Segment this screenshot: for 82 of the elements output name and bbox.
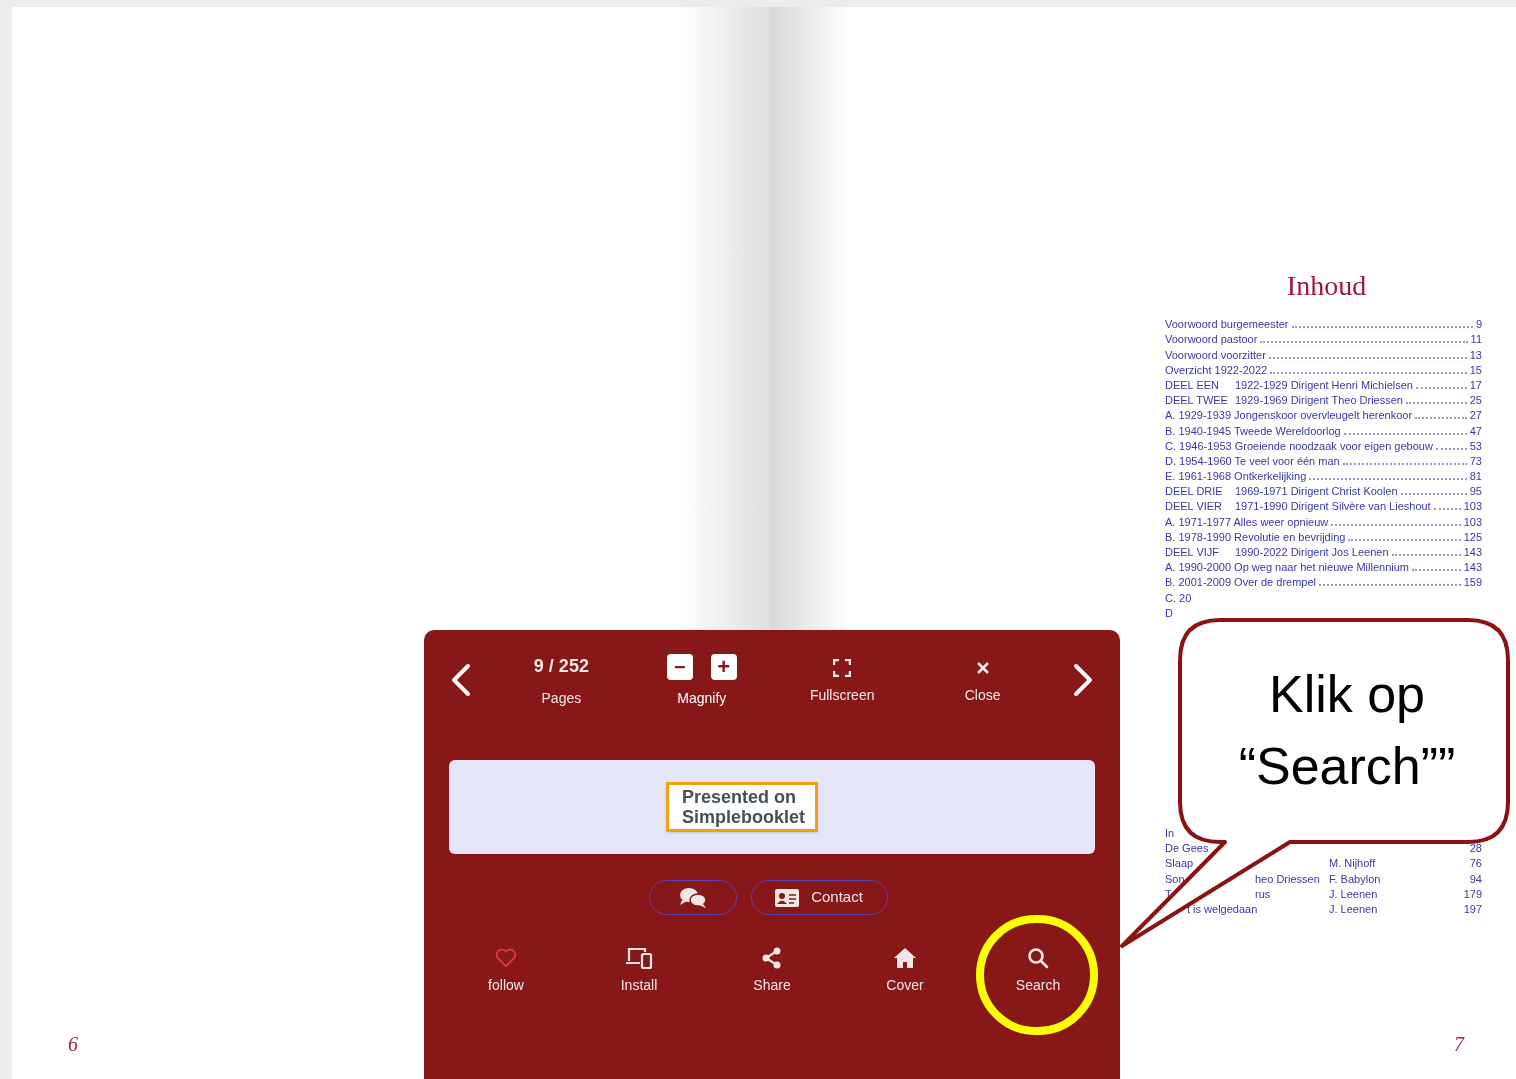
control-label: Magnify [677,689,727,708]
page-number: 6 [68,1032,78,1057]
contact-card-icon [775,888,800,907]
toc-entry-title: Voorwoord voorzitter [1165,347,1266,362]
toc-part-label: DEEL DRIE [1165,484,1224,499]
toc-page-number: 143 [1463,545,1482,559]
toc-author: M. Nijhoff [1329,856,1376,871]
toc-entry-title: 1971-1990 Dirigent Silvère van Lieshout [1235,499,1431,514]
toc-page-number: 81 [1469,469,1482,484]
toc-entry-title: A. 1990-2000 Op weg naar het nieuwe Millennium [1165,560,1409,575]
toc-entry-title: A. 1971-1977 Alles weer opnieuw [1165,514,1329,529]
toc-part-label: DEEL VIER [1165,499,1224,514]
cover-button[interactable]: Cover [886,945,924,996]
toc-entry-title: A. 1929-1939 Jongenskoor overvleugelt herenkoor [1165,408,1413,423]
toc-page-number: 197 [1463,901,1482,916]
devices-icon [625,945,653,971]
toc-entry-title: rus [1255,886,1271,901]
toc-page-number: 28 [1469,841,1482,856]
toc-entry-title: In [1165,825,1175,840]
toc-page-number: 94 [1469,871,1482,886]
toc-entry-title: C. 1946-1953 Groeiende noodzaak voor eigen gebouw [1165,438,1433,453]
toc-page-number: 53 [1469,438,1482,453]
install-button[interactable]: Install [620,945,658,996]
page-counter: 9 / 252 [533,655,589,678]
fullscreen-icon [833,658,852,678]
toc-entry-title: C. 20 [1165,590,1192,605]
toc-author: F. Babylon [1329,871,1381,886]
zoom-in-button[interactable]: + [710,654,737,680]
toc-entry-title: 1922-1929 Dirigent Henri Michielsen [1235,377,1413,392]
share-button[interactable]: Share [753,945,791,996]
toc-entry-title: heo Driessen [1255,871,1320,886]
toc-page-number: 27 [1469,408,1482,423]
search-button[interactable]: Search [1015,945,1061,996]
presented-badge[interactable]: Presented on Simplebooklet [666,782,818,832]
toc-entry-title: D. 1954-1960 Te veel voor één man [1165,453,1340,468]
toc-author: J. Leenen [1329,901,1378,916]
toc-entry-title: Voorwoord burgemeester [1165,317,1289,332]
close-button[interactable]: Close [927,654,1038,706]
toc-page-number: 25 [1469,393,1482,408]
toc-entry-title: Son [1165,871,1185,886]
control-label: Pages [541,689,582,708]
toc-page-number: 159 [1463,575,1482,590]
toc-entry-title: B. 2001-2009 Over de drempel [1165,575,1317,590]
toc-entry-title: Voorwoord pastoor [1165,332,1258,347]
toc-entry-title: 1969-1971 Dirigent Christ Koolen [1235,484,1398,499]
fullscreen-button[interactable]: Fullscreen [787,654,898,706]
home-icon [893,945,917,971]
toc-part-label: DEEL VIJF [1165,545,1220,559]
toc-page-number: 15 [1469,362,1482,377]
callout-text: Klik op “Search”” [1237,664,1457,797]
chat-bubbles-icon [678,886,707,909]
toc-entry-title: B. 1940-1945 Tweede Wereldoorlog [1165,423,1341,438]
toc-part-label: DEEL EEN [1165,377,1220,392]
search-icon [1027,945,1049,971]
toc-entry-title: E. 1961-1968 Ontkerkelijking [1165,469,1307,484]
toc-page-number: 125 [1463,529,1482,544]
toc-page-number: 47 [1469,423,1482,438]
toc-page-number: 17 [1469,377,1482,392]
toc-page-number: 13 [1469,347,1482,362]
toc-author: J. Leenen [1329,886,1378,901]
toc-page-number: 103 [1463,499,1482,514]
toc-entry-title: Overzicht 1922-2022 [1165,362,1268,377]
page-number: 7 [1454,1032,1464,1057]
share-icon [762,945,782,971]
toc-heading: Inhoud [1286,269,1367,303]
toc-entry-title: Slaap [1165,856,1194,871]
toc-entry-title: D [1165,605,1173,620]
follow-button[interactable]: follow [488,945,524,996]
toc-page-number: 95 [1469,484,1482,499]
toc-page-number: 73 [1469,453,1482,468]
toc-part-label: DEEL TWEE [1165,393,1229,408]
toc-entry-title: 1990-2022 Dirigent Jos Leenen [1235,545,1389,559]
toc-entry-title: B. 1978-1990 Revolutie en bevrijding [1165,529,1346,544]
zoom-out-button[interactable]: − [666,654,693,680]
toc-page-number: 179 [1463,886,1482,901]
toc-entry-title: De Gees [1165,841,1209,856]
toc-page-number: 11 [1470,332,1482,347]
toc-page-number: 103 [1463,514,1482,529]
toc-page-number: 76 [1469,856,1482,871]
toc-page-number: 143 [1463,560,1482,575]
toc-entry-title: 1929-1969 Dirigent Theo Driessen [1235,393,1403,408]
toc-page-number: 9 [1475,317,1482,332]
